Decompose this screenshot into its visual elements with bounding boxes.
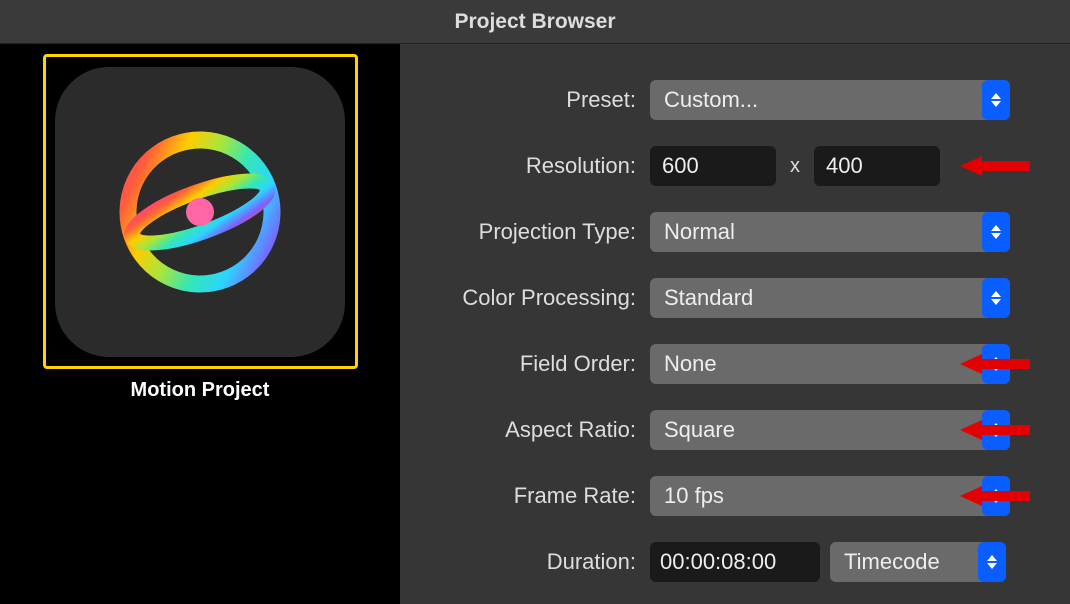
project-thumbnail-inner: [55, 67, 345, 357]
resolution-separator: x: [786, 155, 804, 178]
label-color-processing: Color Processing:: [400, 285, 650, 311]
label-frame-rate: Frame Rate:: [400, 483, 650, 509]
select-color-processing-value: Standard: [664, 285, 753, 311]
row-projection: Projection Type: Normal: [400, 210, 1040, 254]
label-field-order: Field Order:: [400, 351, 650, 377]
select-frame-rate[interactable]: 10 fps: [650, 476, 1010, 516]
label-preset: Preset:: [400, 87, 650, 113]
select-field-order-value: None: [664, 351, 717, 377]
stepper-icon: [982, 344, 1010, 384]
stepper-icon: [982, 278, 1010, 318]
settings-pane: Preset: Custom... Resolution: x Pr: [400, 44, 1070, 604]
stepper-icon: [982, 410, 1010, 450]
row-preset: Preset: Custom...: [400, 78, 1040, 122]
select-duration-mode-value: Timecode: [844, 549, 940, 575]
row-frame-rate: Frame Rate: 10 fps: [400, 474, 1040, 518]
row-resolution: Resolution: x: [400, 144, 1040, 188]
row-duration: Duration: Timecode: [400, 540, 1040, 584]
select-aspect-ratio-value: Square: [664, 417, 735, 443]
label-projection: Projection Type:: [400, 219, 650, 245]
project-thumbnail-selected[interactable]: [43, 54, 358, 369]
row-aspect-ratio: Aspect Ratio: Square: [400, 408, 1040, 452]
select-projection-value: Normal: [664, 219, 735, 245]
stepper-icon: [982, 212, 1010, 252]
motion-logo-icon: [95, 107, 305, 317]
header-bar: Project Browser: [0, 0, 1070, 44]
input-resolution-width[interactable]: [650, 146, 776, 186]
select-frame-rate-value: 10 fps: [664, 483, 724, 509]
label-resolution: Resolution:: [400, 153, 650, 179]
select-aspect-ratio[interactable]: Square: [650, 410, 1010, 450]
select-field-order[interactable]: None: [650, 344, 1010, 384]
input-resolution-height[interactable]: [814, 146, 940, 186]
label-aspect-ratio: Aspect Ratio:: [400, 417, 650, 443]
project-thumbnail-label: Motion Project: [131, 379, 270, 402]
select-preset[interactable]: Custom...: [650, 80, 1010, 120]
row-color-processing: Color Processing: Standard: [400, 276, 1040, 320]
select-color-processing[interactable]: Standard: [650, 278, 1010, 318]
row-field-order: Field Order: None: [400, 342, 1040, 386]
project-list-pane: Motion Project: [0, 44, 400, 604]
annotation-arrow-icon: [960, 154, 1030, 178]
label-duration: Duration:: [400, 549, 650, 575]
stepper-icon: [982, 80, 1010, 120]
select-projection[interactable]: Normal: [650, 212, 1010, 252]
main-area: Motion Project Preset: Custom... Resolut…: [0, 44, 1070, 604]
stepper-icon: [982, 476, 1010, 516]
select-duration-mode[interactable]: Timecode: [830, 542, 1006, 582]
input-duration[interactable]: [650, 542, 820, 582]
stepper-icon: [978, 542, 1006, 582]
page-title: Project Browser: [454, 10, 615, 34]
select-preset-value: Custom...: [664, 87, 758, 113]
